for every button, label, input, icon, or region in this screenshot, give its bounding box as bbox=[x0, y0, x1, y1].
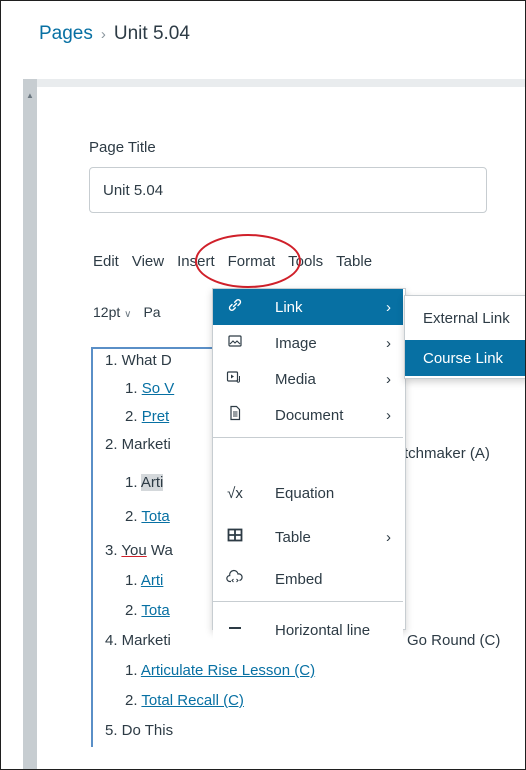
insert-menu-item-table[interactable]: Table › bbox=[213, 519, 403, 555]
menu-table[interactable]: Table bbox=[336, 253, 372, 270]
content-link[interactable]: Articulate Rise Lesson (C) bbox=[141, 662, 315, 679]
list-item: 2. Tota bbox=[125, 602, 170, 619]
chevron-right-icon: › bbox=[386, 334, 391, 352]
list-number: 2. bbox=[125, 602, 142, 619]
breadcrumb-pages-link[interactable]: Pages bbox=[39, 23, 93, 45]
editor-menubar: Edit View Insert Format Tools Table bbox=[93, 253, 385, 270]
menu-item-label: Media bbox=[275, 370, 316, 388]
table-icon bbox=[225, 527, 245, 547]
breadcrumb-current: Unit 5.04 bbox=[113, 23, 190, 44]
menu-edit[interactable]: Edit bbox=[93, 253, 119, 270]
spellcheck-word: You bbox=[121, 542, 147, 559]
list-number: 2. bbox=[125, 692, 142, 709]
list-item: 1. Arti bbox=[125, 474, 164, 491]
content-top-border bbox=[37, 79, 525, 87]
menu-view[interactable]: View bbox=[132, 253, 164, 270]
embed-icon bbox=[225, 569, 245, 589]
content-link[interactable]: Tota bbox=[141, 508, 169, 525]
menu-item-label: Horizontal line bbox=[275, 621, 371, 639]
menu-divider bbox=[213, 601, 403, 602]
scroll-up-icon[interactable]: ▲ bbox=[26, 91, 34, 100]
font-size-value: 12pt bbox=[93, 304, 121, 320]
insert-menu-item-media[interactable]: Media › bbox=[213, 361, 403, 397]
paragraph-select[interactable]: Pa bbox=[143, 304, 160, 320]
list-item: 1. Arti bbox=[125, 572, 163, 589]
link-icon bbox=[225, 297, 245, 317]
chevron-right-icon: › bbox=[386, 298, 391, 316]
list-item: 2. Total Recall (C) bbox=[125, 692, 244, 709]
menu-format[interactable]: Format bbox=[228, 253, 276, 270]
list-item: 1. So V bbox=[125, 380, 174, 397]
link-submenu: External Link Course Link bbox=[404, 295, 525, 379]
list-number: 1. bbox=[125, 380, 142, 397]
equation-icon: √x bbox=[227, 484, 243, 502]
list-text: Wa bbox=[146, 542, 173, 559]
list-number: 1. bbox=[125, 572, 141, 589]
insert-menu: Link › Image › Media › Document › √x Equ… bbox=[212, 288, 406, 630]
list-item: 2. Marketi bbox=[105, 436, 171, 453]
list-item: 1. Articulate Rise Lesson (C) bbox=[125, 662, 315, 679]
app-window: Pages › Unit 5.04 ▲ Page Title Edit View… bbox=[0, 0, 526, 770]
breadcrumb-separator-icon: › bbox=[100, 25, 106, 43]
list-number: 1. bbox=[125, 474, 141, 491]
insert-menu-item-image[interactable]: Image › bbox=[213, 325, 403, 361]
insert-menu-item-document[interactable]: Document › bbox=[213, 397, 403, 433]
menu-item-label: Table bbox=[275, 528, 311, 546]
breadcrumb: Pages › Unit 5.04 bbox=[39, 23, 190, 45]
page-title-label: Page Title bbox=[89, 139, 156, 156]
menu-item-label: Link bbox=[275, 298, 303, 316]
menu-item-label: Equation bbox=[275, 484, 335, 502]
menu-item-label: Embed bbox=[275, 570, 323, 588]
content-link[interactable]: Pret bbox=[142, 408, 170, 425]
content-link[interactable]: Arti bbox=[141, 572, 164, 589]
list-number: 2. bbox=[125, 408, 142, 425]
list-item: 2. Tota bbox=[125, 508, 170, 525]
horizontal-line-icon bbox=[225, 620, 245, 640]
media-icon bbox=[225, 369, 245, 389]
insert-menu-item-embed[interactable]: Embed bbox=[213, 561, 403, 597]
submenu-item-external-link[interactable]: External Link bbox=[405, 300, 525, 336]
insert-menu-item-equation[interactable]: √x Equation bbox=[213, 475, 403, 511]
content-link[interactable]: Total Recall (C) bbox=[141, 692, 244, 709]
list-item: 2. Pret bbox=[125, 408, 169, 425]
menu-item-label: Image bbox=[275, 334, 317, 352]
list-item: 4. Marketi bbox=[105, 632, 171, 649]
list-item: 5. Do This bbox=[105, 722, 174, 739]
menu-item-label: Document bbox=[275, 406, 344, 424]
menu-tools[interactable]: Tools bbox=[288, 253, 323, 270]
list-item: 3. You Wa bbox=[105, 542, 173, 559]
list-item-tail: tchmaker (A) bbox=[404, 445, 490, 462]
image-icon bbox=[225, 333, 245, 353]
list-number: 1. bbox=[125, 662, 141, 679]
menu-insert[interactable]: Insert bbox=[177, 253, 215, 270]
selected-text: Arti bbox=[140, 474, 164, 491]
chevron-right-icon: › bbox=[386, 370, 391, 388]
list-item: 1. What D bbox=[105, 352, 172, 369]
chevron-right-icon: › bbox=[386, 528, 391, 546]
submenu-item-course-link[interactable]: Course Link bbox=[405, 340, 525, 376]
insert-menu-item-link[interactable]: Link › bbox=[213, 289, 403, 325]
menu-divider bbox=[213, 437, 403, 438]
list-number: 3. bbox=[105, 542, 122, 559]
document-icon bbox=[225, 405, 245, 425]
editor-scrollbar[interactable]: ▲ bbox=[23, 79, 37, 769]
chevron-right-icon: › bbox=[386, 406, 391, 424]
list-item-tail: Go Round (C) bbox=[407, 632, 501, 649]
page-title-input[interactable] bbox=[89, 167, 487, 213]
font-size-select[interactable]: 12pt ∨ bbox=[93, 304, 131, 320]
list-number: 2. bbox=[125, 508, 142, 525]
content-link[interactable]: Tota bbox=[141, 602, 169, 619]
content-link[interactable]: So V bbox=[142, 380, 175, 397]
insert-menu-item-horizontal-line[interactable]: Horizontal line bbox=[213, 612, 403, 648]
chevron-down-icon: ∨ bbox=[124, 309, 132, 320]
editor-toolbar: 12pt ∨ Pa bbox=[93, 304, 161, 320]
